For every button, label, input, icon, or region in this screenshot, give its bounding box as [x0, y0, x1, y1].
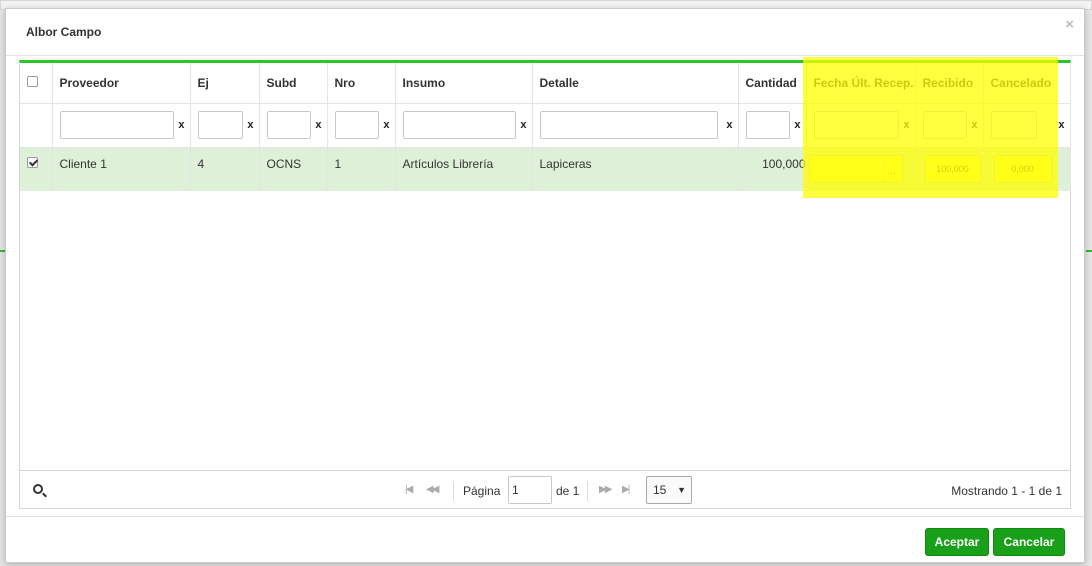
- filter-input[interactable]: [402, 111, 516, 139]
- select-all-header: [20, 63, 53, 104]
- filter-input[interactable]: [922, 111, 967, 139]
- column-header[interactable]: Proveedor: [52, 63, 191, 104]
- select-all-checkbox[interactable]: [27, 75, 38, 87]
- filter-cell: x: [915, 103, 984, 148]
- clear-filter-button[interactable]: x: [726, 119, 732, 131]
- clear-filter-button[interactable]: x: [178, 119, 184, 131]
- column-header[interactable]: Cancelado: [983, 63, 1071, 104]
- filter-input[interactable]: [539, 111, 718, 139]
- row-select-cell: [20, 147, 53, 191]
- table-row[interactable]: Cliente 1 4 OCNS 1 Artículos Librería La…: [20, 147, 1071, 191]
- cell-nro: 1: [327, 147, 396, 191]
- filter-cell: x: [806, 103, 916, 148]
- filter-cell: x: [983, 103, 1071, 148]
- dialog-title: Albor Campo: [26, 25, 102, 39]
- clear-filter-button[interactable]: x: [520, 119, 526, 131]
- last-page-icon[interactable]: ▶|: [622, 484, 630, 495]
- filter-input[interactable]: [334, 111, 379, 139]
- clear-filter-button[interactable]: x: [383, 119, 389, 131]
- filter-input[interactable]: [266, 111, 311, 139]
- dialog-header: Albor Campo ×: [6, 9, 1084, 56]
- pager-divider: [453, 481, 454, 501]
- next-page-icon[interactable]: ▶▶: [599, 484, 612, 495]
- page-number-input[interactable]: 1: [508, 476, 552, 504]
- column-header[interactable]: Nro: [327, 63, 396, 104]
- filter-cell: x: [52, 103, 191, 148]
- column-header[interactable]: Ej: [190, 63, 260, 104]
- fecha-field[interactable]: [810, 155, 884, 182]
- page-count-label: de 1: [556, 484, 580, 498]
- cell-recibido: 100,000: [915, 147, 984, 191]
- recibido-input[interactable]: 100,000: [924, 154, 981, 183]
- cell-subd: OCNS: [259, 147, 328, 191]
- pager-divider: [587, 481, 588, 501]
- pager-bar: |◀ ◀◀ Página 1 de 1 ▶▶ ▶| 15 ▼ Mostrando …: [19, 470, 1071, 509]
- filter-input[interactable]: [813, 111, 899, 139]
- filter-cell: x: [395, 103, 533, 148]
- row-checkbox[interactable]: [27, 156, 38, 168]
- cancelado-input[interactable]: 0,000: [993, 154, 1052, 183]
- column-header[interactable]: Recibido: [915, 63, 984, 104]
- clear-filter-button[interactable]: x: [315, 119, 321, 131]
- fecha-recepcion-input[interactable]: ...: [808, 154, 903, 183]
- filter-input[interactable]: [59, 111, 174, 139]
- page-size-value: 15: [653, 483, 667, 497]
- filter-cell: x: [327, 103, 396, 148]
- column-header[interactable]: Insumo: [395, 63, 533, 104]
- cancel-button[interactable]: Cancelar: [993, 528, 1065, 556]
- column-header[interactable]: Cantidad: [738, 63, 807, 104]
- albor-campo-dialog: Albor Campo × Proveedor Ej Subd Nro Insu…: [5, 8, 1085, 563]
- filter-cell: x: [259, 103, 328, 148]
- cell-cancelado: 0,000: [983, 147, 1071, 191]
- clear-filter-button[interactable]: x: [971, 119, 977, 131]
- clear-filter-button[interactable]: x: [794, 119, 800, 131]
- cell-detalle: Lapiceras: [532, 147, 739, 191]
- search-icon[interactable]: [33, 484, 43, 494]
- cell-fecha: ...: [806, 147, 916, 191]
- filter-cell: x: [190, 103, 260, 148]
- filter-cell: x: [738, 103, 807, 148]
- cell-ej: 4: [190, 147, 260, 191]
- close-icon[interactable]: ×: [1065, 16, 1074, 33]
- clear-filter-button[interactable]: x: [1058, 119, 1064, 131]
- dialog-footer: Aceptar Cancelar: [6, 516, 1084, 564]
- filter-input[interactable]: [990, 111, 1037, 139]
- column-header[interactable]: Fecha Últ. Recep.: [806, 63, 916, 104]
- date-picker-button[interactable]: ...: [882, 156, 902, 182]
- background-divider-right: [1086, 250, 1092, 252]
- chevron-down-icon: ▼: [677, 485, 686, 495]
- filter-input[interactable]: [745, 111, 790, 139]
- filter-row: x x x x x x x x x x: [20, 103, 1071, 148]
- filter-cell: [20, 103, 53, 148]
- clear-filter-button[interactable]: x: [247, 119, 253, 131]
- clear-filter-button[interactable]: x: [903, 119, 909, 131]
- filter-input[interactable]: [197, 111, 243, 139]
- column-header[interactable]: Detalle: [532, 63, 739, 104]
- grid-table: Proveedor Ej Subd Nro Insumo Detalle Can…: [20, 63, 1071, 191]
- cell-insumo: Artículos Librería: [395, 147, 533, 191]
- filter-cell: x: [532, 103, 739, 148]
- column-header[interactable]: Subd: [259, 63, 328, 104]
- page-size-select[interactable]: 15 ▼: [646, 476, 692, 504]
- first-page-icon[interactable]: |◀: [405, 484, 413, 495]
- data-grid: Proveedor Ej Subd Nro Insumo Detalle Can…: [19, 60, 1071, 509]
- page-label: Página: [463, 484, 501, 498]
- records-info: Mostrando 1 - 1 de 1: [951, 484, 1062, 498]
- accept-button[interactable]: Aceptar: [925, 528, 989, 556]
- header-row: Proveedor Ej Subd Nro Insumo Detalle Can…: [20, 63, 1071, 104]
- prev-page-icon[interactable]: ◀◀: [426, 484, 439, 495]
- cell-proveedor: Cliente 1: [52, 147, 191, 191]
- cell-cantidad: 100,000: [738, 147, 807, 191]
